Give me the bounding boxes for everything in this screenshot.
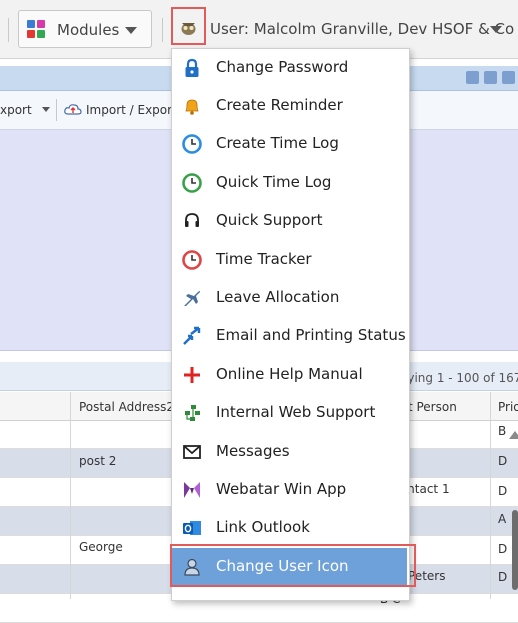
arrows-icon (182, 326, 202, 346)
outlook-icon (182, 518, 202, 538)
webatar-icon (182, 480, 202, 500)
envelope-icon (182, 442, 202, 462)
help-icon[interactable] (502, 71, 515, 84)
menu-item-create-time-log[interactable]: Create Time Log (172, 125, 407, 163)
menu-item-messages[interactable]: Messages (172, 433, 407, 471)
scrollbar-thumb[interactable] (512, 510, 518, 590)
menu-item-leave-allocation[interactable]: Leave Allocation (172, 279, 407, 317)
menu-item-quick-support[interactable]: Quick Support (172, 202, 407, 240)
user-avatar-button[interactable] (171, 7, 206, 45)
scroll-up-arrow[interactable] (509, 431, 518, 439)
current-user-label[interactable]: User: Malcolm Granville, Dev HSOF & Co (210, 20, 514, 38)
chevron-down-icon (125, 27, 137, 34)
menu-item-link-outlook[interactable]: Link Outlook (172, 509, 407, 547)
export-button[interactable]: xport (0, 103, 50, 117)
menu-item-quick-time-log[interactable]: Quick Time Log (172, 164, 407, 202)
clock-red-icon (182, 250, 202, 270)
cloud-upload-icon (64, 101, 82, 115)
menu-item-time-tracker[interactable]: Time Tracker (172, 241, 407, 279)
modules-button[interactable]: Modules (18, 10, 152, 48)
selection-highlight (170, 544, 416, 587)
plane-icon (182, 288, 202, 308)
plus-icon (182, 365, 202, 385)
import-export-button[interactable]: Import / Expor (86, 103, 172, 117)
headset-icon (182, 211, 202, 231)
menu-item-webatar-win-app[interactable]: Webatar Win App (172, 471, 407, 509)
clock-blue-icon (182, 134, 202, 154)
menu-item-online-help-manual[interactable]: Online Help Manual (172, 356, 407, 394)
column-header-postal-address2[interactable]: Postal Address2 (79, 400, 174, 414)
clock-green-icon (182, 173, 202, 193)
column-divider (490, 392, 491, 599)
column-divider (70, 392, 71, 599)
settings-icon[interactable] (466, 71, 479, 84)
chevron-down-icon (41, 107, 50, 112)
toolbar-separator (56, 99, 57, 121)
network-icon (182, 403, 202, 423)
pager-text: aying 1 - 100 of 167 (400, 371, 518, 385)
menu-item-email-printing-status[interactable]: Email and Printing Status (172, 317, 407, 355)
lock-icon (182, 58, 202, 78)
toolbar-separator (162, 18, 163, 42)
modules-label: Modules (57, 21, 120, 39)
toolbar-separator (8, 18, 9, 42)
owl-avatar-icon (181, 23, 196, 35)
bell-icon (182, 96, 202, 116)
chevron-down-icon[interactable] (490, 26, 502, 33)
refresh-icon[interactable] (484, 71, 497, 84)
menu-item-create-reminder[interactable]: Create Reminder (172, 87, 407, 125)
menu-item-change-password[interactable]: Change Password (172, 49, 407, 87)
column-header-priority[interactable]: Prio (498, 400, 518, 414)
menu-item-internal-web-support[interactable]: Internal Web Support (172, 394, 407, 432)
